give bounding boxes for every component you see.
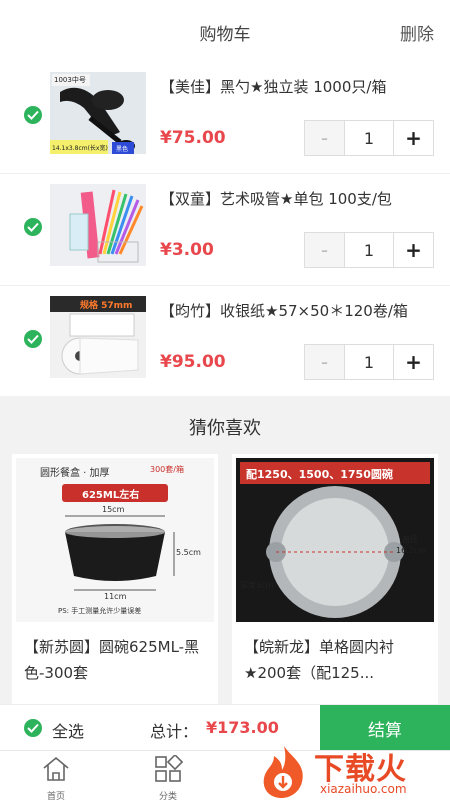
watermark-logo: 下载火 xiazaihuo.com [256, 742, 446, 800]
total-value: ¥173.00 [206, 718, 279, 737]
thumb-label: 规格 57mm [80, 301, 133, 311]
increase-button[interactable]: + [393, 345, 433, 379]
image-label: 15cm [102, 505, 125, 514]
recommendation-name[interactable]: 【新苏圆】圆碗625ML-黑色-300套 [24, 634, 208, 686]
image-label: PS: 手工测量允许少量误差 [58, 607, 142, 615]
recommendation-title: 猜你喜欢 [189, 418, 261, 439]
cart-item: 1003中号 14.1x3.8cm(长x宽) 黑色 【美佳】黑勺★独立装 100… [0, 62, 450, 174]
check-icon [27, 723, 39, 733]
check-icon [27, 222, 39, 232]
decrease-button[interactable]: - [305, 121, 345, 155]
tab-category-label: 分类 [158, 792, 177, 800]
page-title: 购物车 [199, 25, 251, 45]
image-label: 圆形餐盒 · 加厚 [40, 468, 110, 479]
item-checkbox[interactable] [24, 330, 42, 348]
product-title[interactable]: 【双童】艺术吸管★单包 100支/包 [160, 188, 392, 209]
quantity-stepper: - 1 + [304, 120, 434, 156]
increase-button[interactable]: + [393, 233, 433, 267]
cart-item: 【双童】艺术吸管★单包 100支/包 ¥3.00 - 1 + [0, 174, 450, 286]
image-label: 深度3cm [240, 581, 274, 590]
image-label: 625ML左右 [82, 490, 140, 501]
check-icon [27, 334, 39, 344]
flame-logo-icon [263, 746, 303, 798]
recommendation-card[interactable]: 配1250、1500、1750圆碗 直径 16.2cm 深度3cm 【皖新龙】单… [232, 454, 438, 744]
thumb-label: 14.1x3.8cm(长x宽) [52, 145, 108, 152]
quantity-stepper: - 1 + [304, 232, 434, 268]
product-thumbnail[interactable] [50, 184, 146, 266]
delete-button[interactable]: 删除 [400, 20, 434, 45]
image-label: 直径 [402, 535, 418, 544]
product-thumbnail[interactable]: 1003中号 14.1x3.8cm(长x宽) 黑色 [50, 72, 146, 154]
check-icon [27, 110, 39, 120]
quantity-value[interactable]: 1 [345, 233, 393, 267]
thumb-label: 黑色 [116, 146, 129, 153]
product-title[interactable]: 【昀竹】收银纸★57×50＊120卷/箱 [160, 300, 408, 321]
select-all-label[interactable]: 全选 [52, 718, 84, 742]
home-icon [43, 756, 69, 781]
product-image[interactable]: 配1250、1500、1750圆碗 直径 16.2cm 深度3cm [236, 458, 434, 622]
image-label: 5.5cm [176, 548, 201, 557]
category-icon [155, 753, 184, 782]
tab-category[interactable]: 分类 [138, 753, 198, 800]
product-price: ¥95.00 [160, 352, 226, 372]
thumb-label: 1003中号 [54, 76, 86, 84]
product-thumbnail[interactable]: 规格 57mm [50, 296, 146, 378]
product-title[interactable]: 【美佳】黑勺★独立装 1000只/箱 [160, 76, 386, 97]
quantity-stepper: - 1 + [304, 344, 434, 380]
item-checkbox[interactable] [24, 106, 42, 124]
watermark-url: xiazaihuo.com [320, 782, 407, 796]
quantity-value[interactable]: 1 [345, 345, 393, 379]
decrease-button[interactable]: - [305, 233, 345, 267]
tab-home[interactable]: 首页 [26, 755, 86, 800]
image-label: 11cm [104, 592, 127, 601]
item-checkbox[interactable] [24, 218, 42, 236]
product-price: ¥75.00 [160, 128, 226, 148]
decrease-button[interactable]: - [305, 345, 345, 379]
quantity-value[interactable]: 1 [345, 121, 393, 155]
total-label: 总计： [150, 722, 199, 741]
image-label: 配1250、1500、1750圆碗 [246, 468, 393, 481]
product-image[interactable]: 圆形餐盒 · 加厚 300套/箱 625ML左右 15cm 5.5cm 11cm… [16, 458, 214, 622]
image-label: 16.2cm [396, 546, 427, 555]
recommendation-card[interactable]: 圆形餐盒 · 加厚 300套/箱 625ML左右 15cm 5.5cm 11cm… [12, 454, 218, 744]
header: 购物车 删除 [0, 0, 450, 62]
increase-button[interactable]: + [393, 121, 433, 155]
product-price: ¥3.00 [160, 240, 214, 260]
recommendation-name[interactable]: 【皖新龙】单格圆内衬★200套（配125... [244, 634, 428, 686]
tab-home-label: 首页 [46, 792, 65, 800]
select-all-checkbox[interactable] [24, 719, 42, 737]
image-label: 300套/箱 [150, 465, 184, 474]
cart-item: 规格 57mm 【昀竹】收银纸★57×50＊120卷/箱 ¥95.00 - 1 … [0, 286, 450, 398]
